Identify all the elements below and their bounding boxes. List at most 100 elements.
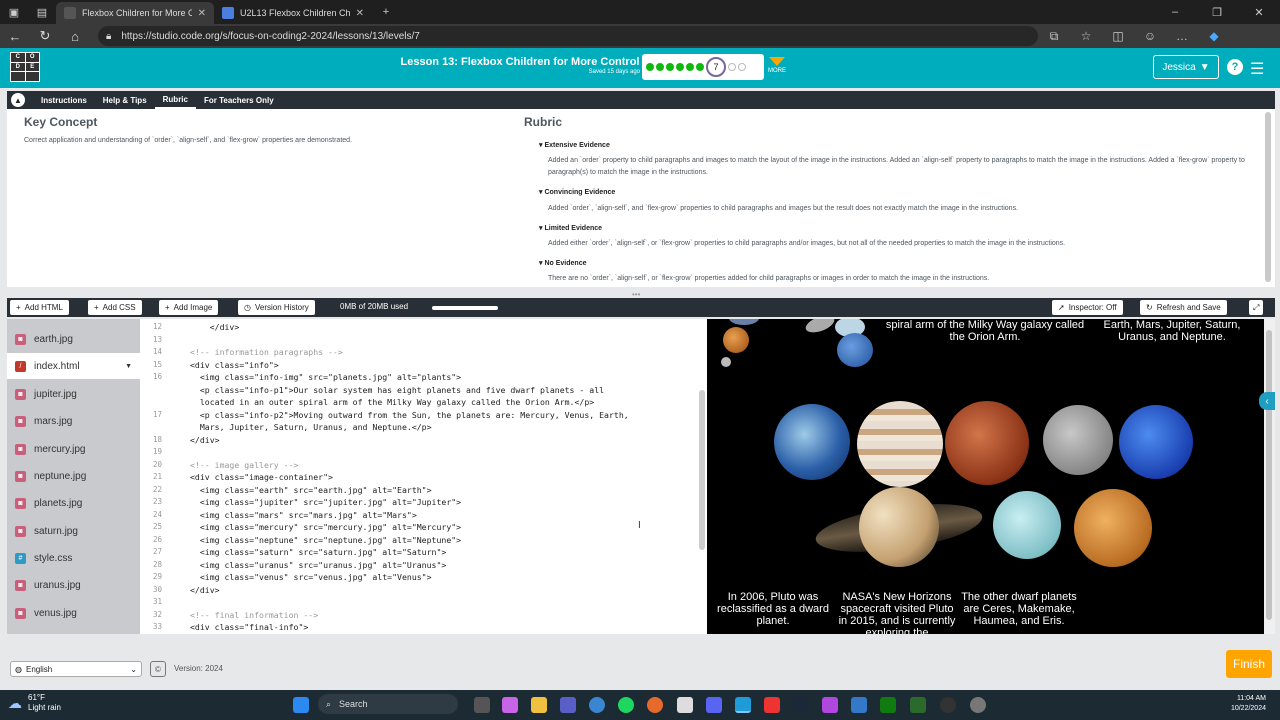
rubric-heading[interactable]: ▾ Limited Evidence: [539, 224, 602, 232]
level-dot[interactable]: [656, 63, 664, 71]
task-view-icon[interactable]: [474, 697, 490, 713]
copyright-icon[interactable]: ©: [150, 661, 166, 677]
music-icon[interactable]: [764, 697, 780, 713]
side-panel-toggle-icon[interactable]: ‹: [1259, 392, 1275, 410]
file-item-index[interactable]: / index.html ▼: [7, 353, 140, 379]
preview-pane[interactable]: spiral arm of the Milky Way galaxy calle…: [707, 319, 1264, 634]
tab-actions-icon[interactable]: ▤: [28, 0, 56, 24]
code-line[interactable]: <img class="saturn" src="saturn.jpg" alt…: [190, 547, 446, 557]
code-line[interactable]: <div class="final-info">: [190, 622, 308, 632]
file-item-earth[interactable]: ◙ earth.jpg: [7, 326, 140, 352]
instructions-scrollbar[interactable]: [1265, 112, 1271, 282]
copilot-icon[interactable]: ◆: [1198, 29, 1230, 43]
code-line[interactable]: </div>: [190, 435, 220, 445]
app-icon[interactable]: [851, 697, 867, 713]
windows-start-icon[interactable]: [293, 697, 309, 713]
discord-icon[interactable]: [706, 697, 722, 713]
code-line[interactable]: <!-- final information -->: [190, 610, 318, 620]
code-line[interactable]: <img class="uranus" src="uranus.jpg" alt…: [190, 560, 446, 570]
user-menu-button[interactable]: Jessica ▼: [1153, 55, 1219, 79]
code-line[interactable]: <!-- image gallery -->: [190, 460, 298, 470]
tab-instructions[interactable]: Instructions: [33, 93, 95, 108]
tab-for-teachers[interactable]: For Teachers Only: [196, 93, 282, 108]
chrome-icon[interactable]: [589, 697, 605, 713]
chevron-down-icon[interactable]: ▼: [125, 363, 132, 370]
file-item-saturn[interactable]: ◙ saturn.jpg: [7, 518, 140, 544]
code-line[interactable]: <img class="mercury" src="mercury.jpg" a…: [190, 522, 461, 532]
copilot-app-icon[interactable]: [502, 697, 518, 713]
code-line[interactable]: <img class="info-img" src="planets.jpg" …: [190, 372, 461, 382]
codeorg-logo[interactable]: C O D E: [10, 52, 40, 82]
app-icon[interactable]: [677, 697, 693, 713]
code-scrollbar[interactable]: [699, 390, 705, 550]
code-line[interactable]: </div>: [190, 322, 240, 332]
code-line[interactable]: </div>: [190, 585, 220, 595]
favorites-icon[interactable]: ☆: [1070, 29, 1102, 43]
maximize-button[interactable]: ❐: [1196, 0, 1238, 24]
browser-tab-active[interactable]: Flexbox Children for More Contro ✕: [56, 2, 214, 24]
language-select[interactable]: ◍ English ⌄: [10, 661, 142, 677]
add-css-button[interactable]: + Add CSS: [88, 300, 142, 315]
steam-icon[interactable]: [793, 697, 809, 713]
extensions-icon[interactable]: ⧉: [1038, 29, 1070, 44]
fullscreen-icon[interactable]: ⤢: [1249, 300, 1264, 315]
xbox-icon[interactable]: [880, 697, 896, 713]
spotify-icon[interactable]: [618, 697, 634, 713]
code-line[interactable]: <p class="info-p2">Moving outward from t…: [190, 410, 629, 420]
rubric-heading[interactable]: ▾ No Evidence: [539, 259, 586, 267]
file-item-neptune[interactable]: ◙ neptune.jpg: [7, 463, 140, 489]
current-level-bubble[interactable]: 7: [706, 57, 726, 77]
code-line[interactable]: <div class="image-container">: [190, 472, 333, 482]
edge-icon[interactable]: [735, 697, 751, 713]
code-line[interactable]: Mars, Jupiter, Saturn, Uranus, and Neptu…: [190, 422, 432, 432]
home-icon[interactable]: ⌂: [60, 29, 90, 44]
app-icon[interactable]: [822, 697, 838, 713]
file-item-mercury[interactable]: ◙ mercury.jpg: [7, 436, 140, 462]
app-icon[interactable]: [940, 697, 956, 713]
code-line[interactable]: <img class="jupiter" src="jupiter.jpg" a…: [190, 497, 461, 507]
firefox-icon[interactable]: [647, 697, 663, 713]
level-dot[interactable]: [738, 63, 746, 71]
help-icon[interactable]: ?: [1227, 59, 1243, 75]
level-dot[interactable]: [728, 63, 736, 71]
minimize-button[interactable]: –: [1154, 0, 1196, 24]
close-window-button[interactable]: ✕: [1238, 0, 1280, 24]
close-tab-icon[interactable]: ✕: [356, 8, 364, 19]
taskbar-clock[interactable]: 11:04 AM 10/22/2024: [1210, 694, 1266, 714]
code-line[interactable]: <p class="info-p1">Our solar system has …: [190, 385, 604, 395]
file-item-style[interactable]: # style.css: [7, 545, 140, 571]
level-dot[interactable]: [666, 63, 674, 71]
more-icon[interactable]: …: [1166, 29, 1198, 43]
code-line[interactable]: <img class="neptune" src="neptune.jpg" a…: [190, 535, 461, 545]
reload-icon[interactable]: ↻: [30, 28, 60, 44]
inspector-button[interactable]: ➚ Inspector: Off: [1052, 300, 1123, 315]
settings-gear-icon[interactable]: [970, 697, 986, 713]
collapse-icon[interactable]: ▲: [11, 93, 25, 107]
tab-rubric[interactable]: Rubric: [154, 92, 196, 109]
rubric-heading[interactable]: ▾ Extensive Evidence: [539, 141, 610, 149]
workspaces-icon[interactable]: ▣: [0, 0, 28, 24]
collections-icon[interactable]: ◫: [1102, 29, 1134, 43]
file-item-planets[interactable]: ◙ planets.jpg: [7, 490, 140, 516]
level-dot[interactable]: [676, 63, 684, 71]
back-icon[interactable]: ←: [0, 29, 30, 44]
profile-icon[interactable]: ☺: [1134, 29, 1166, 43]
code-line[interactable]: <div class="info">: [190, 360, 279, 370]
preview-scrollbar[interactable]: [1266, 330, 1272, 620]
level-dot[interactable]: [696, 63, 704, 71]
teams-icon[interactable]: [560, 697, 576, 713]
add-image-button[interactable]: + Add Image: [159, 300, 219, 315]
rubric-heading[interactable]: ▾ Convincing Evidence: [539, 188, 615, 196]
more-levels-button[interactable]: MORE: [766, 57, 788, 74]
file-item-mars[interactable]: ◙ mars.jpg: [7, 408, 140, 434]
close-tab-icon[interactable]: ✕: [198, 8, 206, 19]
finish-button[interactable]: Finish: [1226, 650, 1272, 678]
new-tab-button[interactable]: +: [372, 0, 400, 24]
file-explorer-icon[interactable]: [531, 697, 547, 713]
app-icon[interactable]: [910, 697, 926, 713]
tab-help-tips[interactable]: Help & Tips: [95, 93, 155, 108]
code-line[interactable]: <img class="venus" src="venus.jpg" alt="…: [190, 572, 432, 582]
level-dot[interactable]: [646, 63, 654, 71]
refresh-save-button[interactable]: ↻ Refresh and Save: [1140, 300, 1227, 315]
address-bar[interactable]: 🔒︎ https://studio.code.org/s/focus-on-co…: [98, 26, 1038, 46]
